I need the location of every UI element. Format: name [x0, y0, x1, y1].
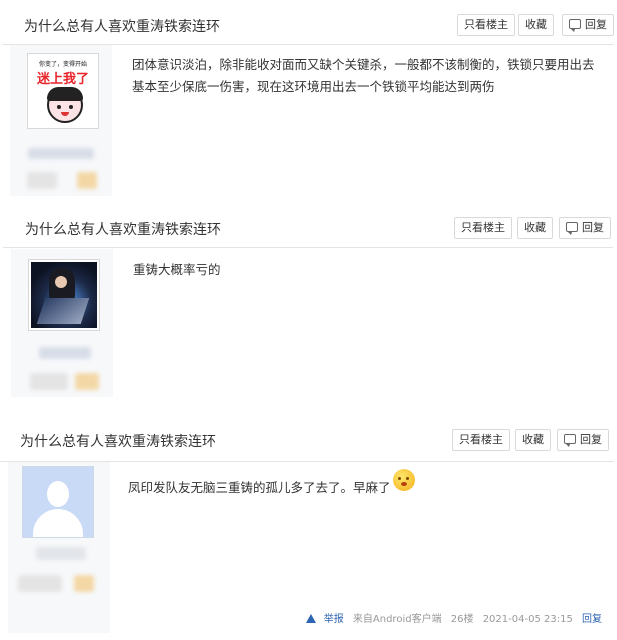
only-op-button[interactable]: 只看楼主	[454, 217, 512, 239]
level-badge-blurred	[77, 172, 97, 189]
level-badge-blurred	[27, 172, 57, 189]
favorite-button[interactable]: 收藏	[515, 429, 551, 451]
only-op-button[interactable]: 只看楼主	[452, 429, 510, 451]
thread-title: 为什么总有人喜欢重涛铁索连环	[20, 434, 216, 450]
author-sidebar	[8, 462, 110, 633]
author-sidebar: 你变了，变得开始 迷上我了	[10, 45, 112, 196]
reply-button-label: 回复	[580, 433, 602, 446]
level-badge-blurred	[30, 373, 68, 390]
post-content: 团体意识淡泊，除非能收对面而又缺个关键杀，一般都不该制衡的，铁锁只要用出去基本至…	[132, 57, 595, 94]
smiley-emoji-icon	[392, 469, 415, 491]
reply-button[interactable]: 回复	[557, 429, 609, 451]
reply-button-label: 回复	[585, 18, 607, 31]
favorite-button[interactable]: 收藏	[517, 217, 553, 239]
post-card: 为什么总有人喜欢重涛铁索连环 只看楼主 收藏 回复 重铸大概率亏的	[3, 209, 613, 397]
reply-button-label: 回复	[582, 221, 604, 234]
avatar-character-face	[47, 87, 83, 123]
post-content: 重铸大概率亏的	[133, 262, 221, 277]
level-badge-blurred	[18, 575, 62, 592]
thread-title: 为什么总有人喜欢重涛铁索连环	[25, 222, 221, 238]
comment-icon	[566, 222, 578, 235]
thread-header: 为什么总有人喜欢重涛铁索连环 只看楼主 收藏 回复	[3, 209, 613, 248]
avatar[interactable]: 你变了，变得开始 迷上我了	[27, 53, 99, 129]
footer-reply-link[interactable]: 回复	[582, 614, 602, 625]
thread-header: 为什么总有人喜欢重涛铁索连环 只看楼主 收藏 回复	[0, 419, 614, 462]
post-content-text: 凤印发队友无脑三重铸的孤儿多了去了。早麻了	[128, 480, 391, 495]
post-content: 凤印发队友无脑三重铸的孤儿多了去了。早麻了	[128, 469, 598, 499]
comment-icon	[569, 19, 581, 32]
post-card: 为什么总有人喜欢重涛铁索连环 只看楼主 收藏 回复 凤印发队友无脑三重铸的孤儿多…	[0, 419, 614, 633]
favorite-button[interactable]: 收藏	[518, 14, 554, 36]
post-time: 2021-04-05 23:15	[482, 614, 573, 625]
username-blurred[interactable]	[39, 347, 91, 359]
username-blurred[interactable]	[36, 547, 86, 560]
level-badge-blurred	[75, 373, 99, 390]
report-label: 举报	[323, 614, 344, 625]
client-source: 来自Android客户端	[352, 614, 442, 625]
post-footer: 举报 来自Android客户端 26楼 2021-04-05 23:15 回复	[300, 610, 602, 625]
thread-header: 为什么总有人喜欢重涛铁索连环 只看楼主 收藏 回复	[2, 6, 614, 45]
floor-number: 26楼	[450, 614, 474, 625]
avatar-image	[31, 262, 97, 328]
avatar-caption-main: 迷上我了	[36, 72, 89, 87]
avatar[interactable]	[28, 259, 100, 331]
avatar[interactable]	[22, 466, 94, 538]
thread-title: 为什么总有人喜欢重涛铁索连环	[24, 19, 220, 35]
reply-button[interactable]: 回复	[562, 14, 614, 36]
only-op-button[interactable]: 只看楼主	[457, 14, 515, 36]
default-avatar-icon	[23, 467, 93, 537]
author-sidebar	[11, 249, 113, 397]
comment-icon	[564, 434, 576, 447]
username-blurred[interactable]	[28, 148, 94, 159]
level-badge-blurred	[74, 575, 94, 592]
post-card: 为什么总有人喜欢重涛铁索连环 只看楼主 收藏 回复 你变了，变得开始 迷上我了 …	[2, 6, 614, 196]
avatar-caption-top: 你变了，变得开始	[38, 61, 87, 68]
report-link[interactable]: 举报	[300, 614, 344, 625]
reply-button[interactable]: 回复	[559, 217, 611, 239]
warning-icon	[305, 614, 316, 623]
